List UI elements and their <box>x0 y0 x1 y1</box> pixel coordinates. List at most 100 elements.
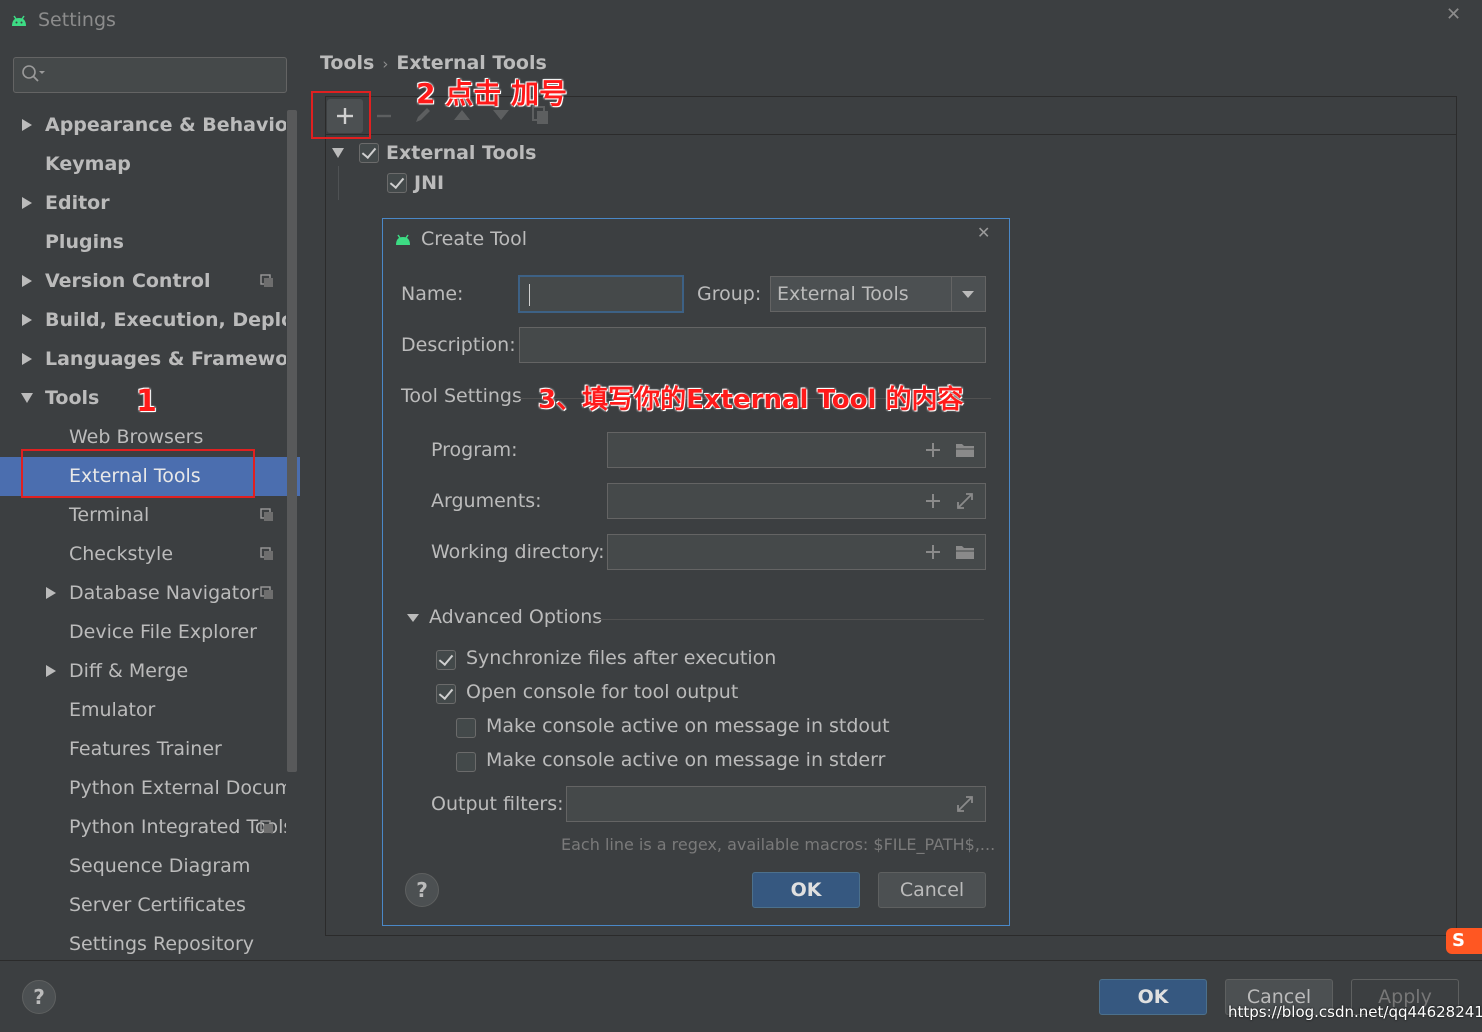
sidebar-scrollbar[interactable] <box>287 110 297 772</box>
collapsed-arrow-icon[interactable] <box>20 274 34 288</box>
breadcrumb-separator: › <box>382 55 389 73</box>
program-input[interactable] <box>607 432 986 468</box>
breadcrumb-parent[interactable]: Tools <box>320 52 374 74</box>
expand-icon[interactable] <box>954 490 976 512</box>
dialog-close-icon[interactable]: ✕ <box>977 223 990 242</box>
highlight-box-external-tools <box>21 449 255 498</box>
option-label[interactable]: Open console for tool output <box>466 681 738 703</box>
sidebar-item-label: Server Certificates <box>69 894 246 916</box>
description-input[interactable] <box>519 327 986 363</box>
sidebar-item-label: Settings Repository <box>69 933 254 955</box>
collapsed-arrow-icon[interactable] <box>20 352 34 366</box>
sidebar-item-label: Diff & Merge <box>69 660 189 682</box>
folder-icon[interactable] <box>954 439 976 461</box>
dialog-cancel-button[interactable]: Cancel <box>878 872 986 908</box>
project-scope-icon <box>260 274 273 287</box>
sidebar-item-python-external-documentation[interactable]: Python External Documentation <box>0 769 286 808</box>
sidebar-item-python-integrated-tools[interactable]: Python Integrated Tools <box>0 808 286 847</box>
insert-macro-plus-icon[interactable] <box>922 490 944 512</box>
sogou-ime-icon: S <box>1446 928 1482 954</box>
sidebar-item-label: Features Trainer <box>69 738 222 760</box>
sidebar-item-checkstyle[interactable]: Checkstyle <box>0 535 286 574</box>
breadcrumb: Tools › External Tools <box>320 52 547 74</box>
settings-ok-button[interactable]: OK <box>1099 979 1207 1015</box>
collapsed-arrow-icon[interactable] <box>44 586 58 600</box>
project-scope-icon <box>260 586 273 599</box>
working-directory-input[interactable] <box>607 534 986 570</box>
arguments-input[interactable] <box>607 483 986 519</box>
collapsed-arrow-icon[interactable] <box>20 196 34 210</box>
option-checkbox[interactable] <box>436 684 456 704</box>
android-icon <box>12 15 26 26</box>
option-label[interactable]: Synchronize files after execution <box>466 647 776 669</box>
annotation-step-1: 1 <box>136 384 157 419</box>
sidebar-item-features-trainer[interactable]: Features Trainer <box>0 730 286 769</box>
dialog-ok-button[interactable]: OK <box>752 872 860 908</box>
collapse-arrow-icon[interactable] <box>331 146 345 160</box>
sidebar-item-emulator[interactable]: Emulator <box>0 691 286 730</box>
description-label: Description: <box>401 334 516 356</box>
expand-icon[interactable] <box>954 793 976 815</box>
arguments-label: Arguments: <box>431 490 542 512</box>
breadcrumb-current: External Tools <box>396 52 547 74</box>
sidebar-item-plugins[interactable]: Plugins <box>0 223 286 262</box>
sidebar-item-editor[interactable]: Editor <box>0 184 286 223</box>
sidebar-item-terminal[interactable]: Terminal <box>0 496 286 535</box>
collapse-advanced-icon[interactable] <box>406 612 420 624</box>
chevron-down-icon <box>962 291 974 298</box>
minus-icon[interactable] <box>373 105 395 127</box>
insert-macro-plus-icon[interactable] <box>922 541 944 563</box>
tree-guide-line <box>338 166 339 200</box>
collapsed-arrow-icon[interactable] <box>20 313 34 327</box>
window-close-icon[interactable]: ✕ <box>1446 4 1461 25</box>
sidebar-item-build-execution-deployment[interactable]: Build, Execution, Deployment <box>0 301 286 340</box>
settings-search-input[interactable] <box>13 57 287 93</box>
sidebar-item-label: Checkstyle <box>69 543 174 565</box>
create-tool-dialog: Create Tool ✕ Name: Group: External Tool… <box>382 218 1010 926</box>
sidebar-item-settings-repository[interactable]: Settings Repository <box>0 925 286 964</box>
sidebar-item-sequence-diagram[interactable]: Sequence Diagram <box>0 847 286 886</box>
option-label[interactable]: Make console active on message in stderr <box>486 749 885 771</box>
group-label: Group: <box>697 283 762 305</box>
jni-tool-checkbox[interactable] <box>387 173 407 193</box>
folder-icon[interactable] <box>954 541 976 563</box>
sidebar-item-keymap[interactable]: Keymap <box>0 145 286 184</box>
project-scope-icon <box>260 820 273 833</box>
sidebar-item-label: Plugins <box>45 231 124 253</box>
output-filters-label: Output filters: <box>431 793 564 815</box>
combobox-divider <box>951 277 952 311</box>
option-checkbox[interactable] <box>456 718 476 738</box>
sidebar-item-languages-frameworks[interactable]: Languages & Frameworks <box>0 340 286 379</box>
sidebar-item-label: Version Control <box>45 270 211 292</box>
tree-item-jni[interactable]: JNI <box>414 171 444 195</box>
option-label[interactable]: Make console active on message in stdout <box>486 715 890 737</box>
sidebar-item-diff-merge[interactable]: Diff & Merge <box>0 652 286 691</box>
sidebar-item-label: Editor <box>45 192 110 214</box>
project-scope-icon <box>260 547 273 560</box>
settings-help-button[interactable]: ? <box>22 980 56 1014</box>
collapsed-arrow-icon[interactable] <box>20 118 34 132</box>
sidebar-item-label: Python External Documentation <box>69 777 286 799</box>
sidebar-item-device-file-explorer[interactable]: Device File Explorer <box>0 613 286 652</box>
sidebar-item-label: Terminal <box>69 504 150 526</box>
insert-macro-plus-icon[interactable] <box>922 439 944 461</box>
sidebar-item-database-navigator[interactable]: Database Navigator <box>0 574 286 613</box>
working-directory-label: Working directory: <box>431 541 605 563</box>
title-bar <box>0 0 1482 42</box>
output-filters-input[interactable] <box>566 786 986 822</box>
android-icon <box>396 234 410 245</box>
dialog-help-button[interactable]: ? <box>405 873 439 907</box>
sidebar-item-version-control[interactable]: Version Control <box>0 262 286 301</box>
option-checkbox[interactable] <box>456 752 476 772</box>
external-tools-group-checkbox[interactable] <box>359 143 379 163</box>
sidebar-item-server-certificates[interactable]: Server Certificates <box>0 886 286 925</box>
watermark-url: https://blog.csdn.net/qq446282412 <box>1228 1003 1482 1021</box>
sidebar-item-appearance-behavior[interactable]: Appearance & Behavior <box>0 106 286 145</box>
collapsed-arrow-icon[interactable] <box>44 664 58 678</box>
name-input[interactable] <box>518 275 684 313</box>
tree-group-external-tools[interactable]: External Tools <box>386 141 536 165</box>
group-combobox[interactable]: External Tools <box>770 276 986 312</box>
advanced-options-section[interactable]: Advanced Options <box>429 606 602 628</box>
expanded-arrow-icon[interactable] <box>20 391 34 405</box>
option-checkbox[interactable] <box>436 650 456 670</box>
